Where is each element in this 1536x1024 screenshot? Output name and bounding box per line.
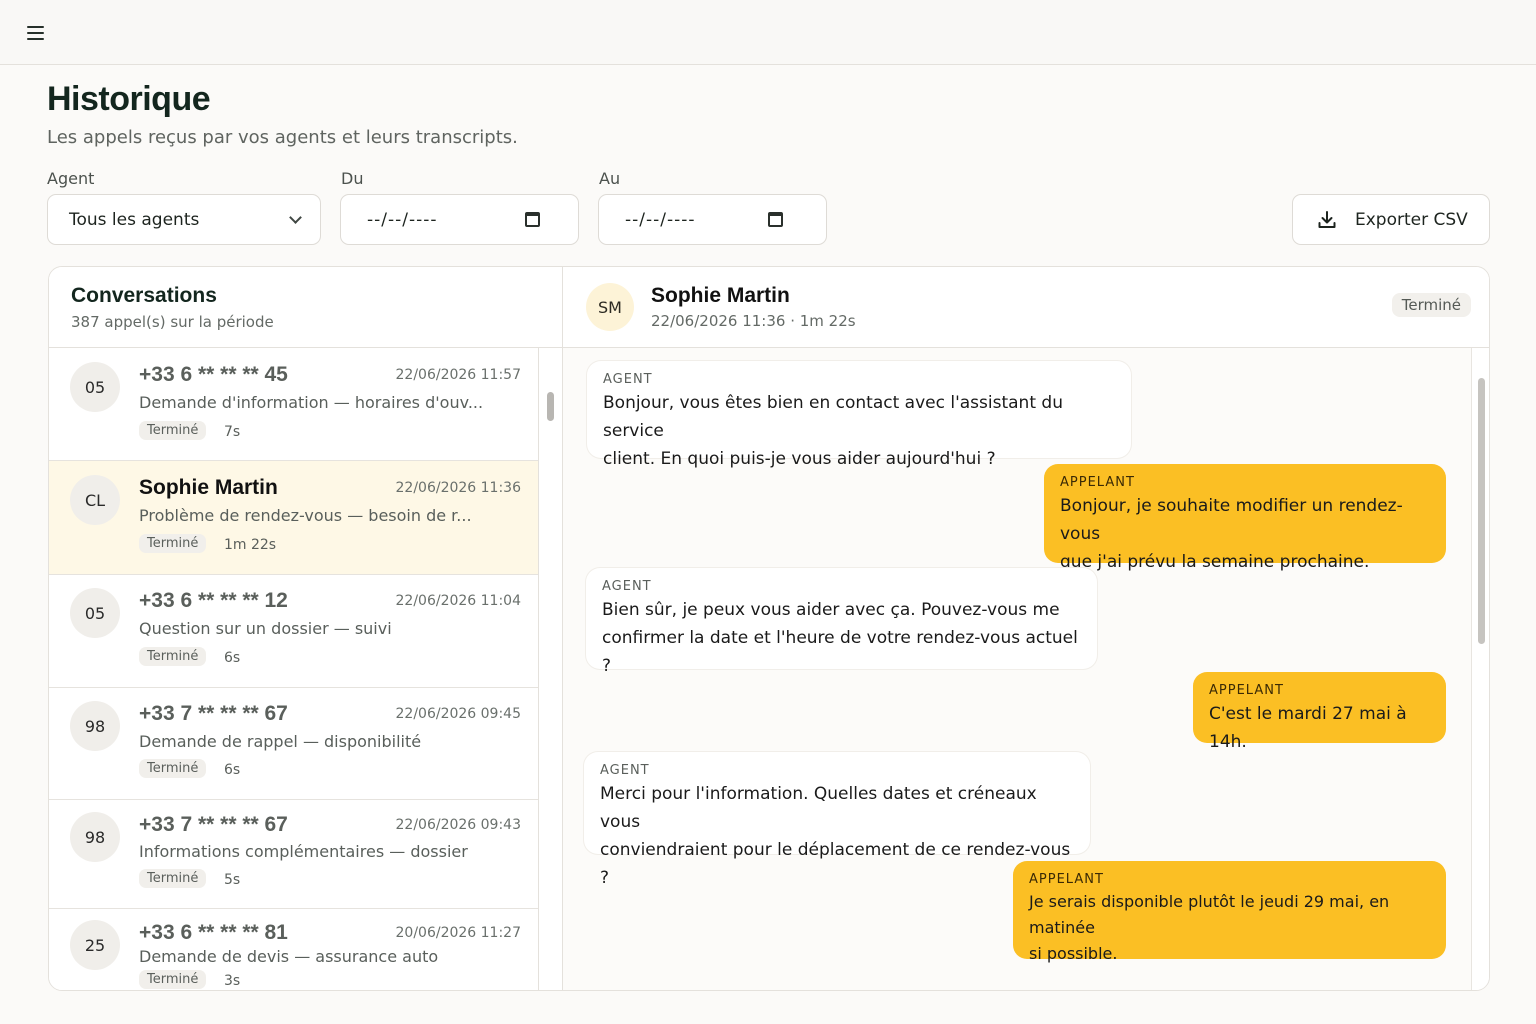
agent-message: AGENT Merci pour l'information. Quelles … xyxy=(584,752,1090,888)
message-text: Bien sûr, je peux vous aider avec ça. Po… xyxy=(602,600,1078,676)
agent-select-value: Tous les agents xyxy=(69,209,200,230)
message-role: APPELANT xyxy=(1029,872,1104,887)
caller-message: APPELANT C'est le mardi 27 mai à 14h. xyxy=(1193,672,1446,752)
caller-number: +33 6 ** ** ** 45 xyxy=(139,363,288,386)
caller-message: APPELANT Je serais disponible plutôt le … xyxy=(1013,861,1446,963)
message-text: Je serais disponible plutôt le jeudi 29 … xyxy=(1029,892,1390,963)
call-datetime: 22/06/2026 11:57 xyxy=(395,367,522,383)
call-duration: 6s xyxy=(224,762,241,778)
export-csv-button[interactable]: Exporter CSV xyxy=(1292,194,1490,245)
list-item[interactable]: 05 +33 6 ** ** ** 12 22/06/2026 11:04 Qu… xyxy=(49,575,538,688)
conversations-header: Conversations 387 appel(s) sur la périod… xyxy=(49,267,563,348)
list-scrollbar-thumb[interactable] xyxy=(547,392,554,421)
message-role: APPELANT xyxy=(1209,683,1284,698)
page-subtitle: Les appels reçus par vos agents et leurs… xyxy=(47,127,518,148)
date-to-input[interactable]: --/--/---- xyxy=(598,194,827,245)
call-duration: 3s xyxy=(224,973,241,989)
message-text: Merci pour l'information. Quelles dates … xyxy=(600,784,1071,888)
caller-number: +33 7 ** ** ** 67 xyxy=(139,702,288,725)
call-datetime: 22/06/2026 09:45 xyxy=(395,706,522,722)
download-icon xyxy=(1318,211,1336,228)
avatar: CL xyxy=(70,475,120,525)
message-text: Bonjour, je souhaite modifier un rendez-… xyxy=(1060,496,1403,572)
date-from-value: --/--/---- xyxy=(367,209,438,230)
hamburger-menu-icon[interactable] xyxy=(27,22,51,44)
call-duration: 5s xyxy=(224,872,241,888)
call-duration: 1m 22s xyxy=(224,537,277,553)
status-badge: Terminé xyxy=(139,647,207,666)
list-item[interactable]: CL Sophie Martin 22/06/2026 11:36 Problè… xyxy=(49,461,538,575)
caller-number: +33 7 ** ** ** 67 xyxy=(139,813,288,836)
status-badge: Terminé xyxy=(139,534,207,553)
message-text: C'est le mardi 27 mai à 14h. xyxy=(1209,704,1407,752)
date-to-value: --/--/---- xyxy=(625,209,696,230)
date-from-input[interactable]: --/--/---- xyxy=(340,194,579,245)
chevron-down-icon xyxy=(289,211,302,224)
caller-number: +33 6 ** ** ** 81 xyxy=(139,921,288,944)
top-bar xyxy=(0,0,1536,65)
status-badge: Terminé xyxy=(139,421,207,440)
avatar: 05 xyxy=(70,362,120,412)
call-datetime: 22/06/2026 11:36 xyxy=(395,480,522,496)
history-panel: Conversations 387 appel(s) sur la périod… xyxy=(48,266,1490,991)
conversations-count: 387 appel(s) sur la période xyxy=(71,313,274,331)
transcript: AGENT Bonjour, vous êtes bien en contact… xyxy=(563,348,1471,990)
list-item[interactable]: 98 +33 7 ** ** ** 67 22/06/2026 09:43 In… xyxy=(49,800,538,909)
calendar-icon[interactable] xyxy=(525,212,540,227)
message-role: AGENT xyxy=(600,763,650,778)
call-meta: 22/06/2026 11:36 · 1m 22s xyxy=(651,312,856,330)
avatar: SM xyxy=(586,283,634,331)
agent-filter-label: Agent xyxy=(47,169,95,188)
list-item[interactable]: 25 +33 6 ** ** ** 81 20/06/2026 11:27 De… xyxy=(49,909,538,990)
call-duration: 7s xyxy=(224,424,241,440)
conversation-list: 05 +33 6 ** ** ** 45 22/06/2026 11:57 De… xyxy=(49,348,539,990)
call-preview: Informations complémentaires — dossier xyxy=(139,842,468,861)
call-duration: 6s xyxy=(224,650,241,666)
list-scrollbar[interactable] xyxy=(539,348,563,990)
transcript-scrollbar[interactable] xyxy=(1471,348,1489,990)
avatar: 98 xyxy=(70,812,120,862)
calendar-icon[interactable] xyxy=(768,212,783,227)
status-badge: Terminé xyxy=(1391,293,1471,317)
agent-select[interactable]: Tous les agents xyxy=(47,194,321,245)
transcript-scrollbar-thumb[interactable] xyxy=(1478,378,1485,644)
avatar: 25 xyxy=(70,920,120,970)
du-filter-label: Du xyxy=(341,169,364,188)
conversation-detail-header: SM Sophie Martin 22/06/2026 11:36 · 1m 2… xyxy=(563,267,1489,348)
avatar: 05 xyxy=(70,588,120,638)
call-preview: Problème de rendez-vous — besoin de r... xyxy=(139,506,472,525)
call-preview: Demande d'information — horaires d'ouv..… xyxy=(139,393,484,412)
caller-message: APPELANT Bonjour, je souhaite modifier u… xyxy=(1044,464,1446,572)
page-title: Historique xyxy=(47,80,211,118)
call-datetime: 20/06/2026 11:27 xyxy=(395,925,522,941)
caller-number: +33 6 ** ** ** 12 xyxy=(139,589,288,612)
call-preview: Question sur un dossier — suivi xyxy=(139,619,392,638)
au-filter-label: Au xyxy=(599,169,621,188)
status-badge: Terminé xyxy=(139,759,207,778)
call-preview: Demande de rappel — disponibilité xyxy=(139,732,422,751)
avatar: 98 xyxy=(70,701,120,751)
agent-message: AGENT Bonjour, vous êtes bien en contact… xyxy=(587,361,1131,469)
status-badge: Terminé xyxy=(139,869,207,888)
caller-name: Sophie Martin xyxy=(139,476,278,499)
list-item[interactable]: 05 +33 6 ** ** ** 45 22/06/2026 11:57 De… xyxy=(49,348,538,461)
call-datetime: 22/06/2026 09:43 xyxy=(395,817,522,833)
message-role: AGENT xyxy=(603,372,653,387)
message-role: AGENT xyxy=(602,579,652,594)
list-item[interactable]: 98 +33 7 ** ** ** 67 22/06/2026 09:45 De… xyxy=(49,688,538,800)
message-role: APPELANT xyxy=(1060,475,1135,490)
message-text: Bonjour, vous êtes bien en contact avec … xyxy=(603,393,1063,469)
export-csv-label: Exporter CSV xyxy=(1355,209,1468,230)
call-datetime: 22/06/2026 11:04 xyxy=(395,593,522,609)
conversations-title: Conversations xyxy=(71,284,217,307)
status-badge: Terminé xyxy=(139,970,207,989)
call-preview: Demande de devis — assurance auto xyxy=(139,947,439,966)
agent-message: AGENT Bien sûr, je peux vous aider avec … xyxy=(586,568,1097,676)
caller-name: Sophie Martin xyxy=(651,284,790,307)
